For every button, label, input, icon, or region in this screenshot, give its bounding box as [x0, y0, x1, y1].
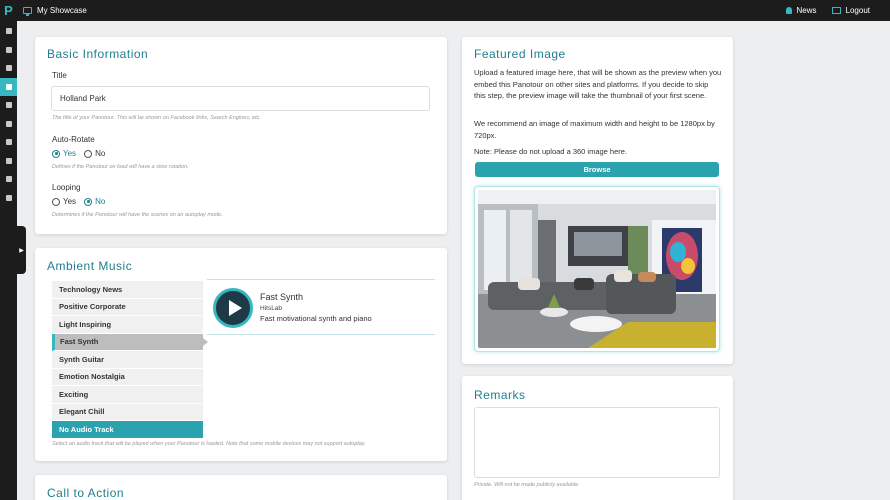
- sidebar-item-lock[interactable]: [0, 189, 17, 208]
- info-icon: [5, 176, 12, 183]
- track-list: Technology News Positive Corporate Light…: [52, 281, 208, 439]
- auto-rotate-no[interactable]: No: [84, 149, 105, 158]
- top-right-menu: News Logout: [785, 0, 870, 21]
- monitor-icon: [5, 157, 12, 164]
- news-link[interactable]: News: [785, 6, 817, 15]
- looping-no[interactable]: No: [84, 197, 105, 206]
- remarks-textarea[interactable]: [474, 407, 720, 478]
- news-label: News: [796, 6, 817, 15]
- call-to-action-title: Call to Action: [47, 486, 125, 500]
- sidebar-expand-toggle[interactable]: ▶: [17, 226, 26, 274]
- track-item[interactable]: Exciting: [52, 386, 203, 404]
- track-item-selected[interactable]: Fast Synth: [52, 333, 208, 351]
- app-logo[interactable]: P: [0, 0, 17, 21]
- auto-rotate-no-label: No: [95, 149, 106, 158]
- monitor-icon: [23, 7, 32, 16]
- track-item[interactable]: Light Inspiring: [52, 316, 203, 334]
- title-label: Title: [52, 71, 67, 80]
- basic-information-title: Basic Information: [47, 47, 149, 61]
- track-item-no-audio[interactable]: No Audio Track: [52, 421, 203, 439]
- leaf-icon: [5, 65, 12, 72]
- track-item[interactable]: Emotion Nostalgia: [52, 368, 203, 386]
- remarks-title: Remarks: [474, 388, 526, 402]
- trash-icon: [5, 120, 12, 127]
- app-title-text: My Showcase: [37, 6, 87, 15]
- looping-no-label: No: [95, 197, 106, 206]
- player-track-name: Fast Synth: [260, 292, 304, 302]
- book-icon: [5, 102, 12, 109]
- featured-image-description: Upload a featured image here, that will …: [474, 68, 722, 100]
- chevron-right-icon: ▶: [19, 247, 24, 254]
- track-item[interactable]: Technology News: [52, 281, 203, 299]
- title-input[interactable]: [51, 86, 430, 111]
- remarks-hint: Private. Will not be made publicly avail…: [474, 482, 580, 488]
- logout-link[interactable]: Logout: [831, 6, 870, 15]
- sidebar-item-book[interactable]: [0, 96, 17, 115]
- play-icon: [228, 300, 242, 316]
- auto-rotate-yes[interactable]: Yes: [52, 149, 76, 158]
- sidebar: [0, 21, 17, 500]
- ambient-music-title: Ambient Music: [47, 259, 133, 273]
- player-track-artist: HitsLab: [260, 305, 283, 312]
- bell-icon: [785, 7, 792, 14]
- living-room-illustration: [478, 190, 716, 348]
- audio-player: Fast Synth HitsLab Fast motivational syn…: [207, 279, 435, 335]
- home-icon: [5, 139, 12, 146]
- sidebar-item-inbox[interactable]: [0, 77, 17, 96]
- living-room-photo: [478, 190, 716, 348]
- track-item[interactable]: Positive Corporate: [52, 298, 203, 316]
- player-track-description: Fast motivational synth and piano: [260, 314, 372, 323]
- title-hint: The title of your Panotour. This will be…: [52, 115, 261, 121]
- play-button[interactable]: [213, 288, 253, 328]
- featured-image-preview[interactable]: [474, 186, 720, 352]
- sidebar-item-info[interactable]: [0, 170, 17, 189]
- auto-rotate-label: Auto-Rotate: [52, 135, 95, 144]
- auto-rotate-options: Yes No: [52, 149, 113, 158]
- dashboard-icon: [5, 28, 12, 35]
- radio-checked-icon: [52, 149, 60, 158]
- radio-unchecked-icon: [84, 149, 93, 158]
- featured-image-recommendation: We recommend an image of maximum width a…: [474, 119, 715, 140]
- inbox-icon: [5, 83, 12, 90]
- looping-label: Looping: [52, 183, 81, 192]
- looping-options: Yes No: [52, 197, 113, 206]
- logout-label: Logout: [845, 6, 870, 15]
- looping-hint: Determines if the Panotour will have the…: [52, 212, 223, 218]
- sidebar-item-user[interactable]: [0, 41, 17, 60]
- looping-yes-label: Yes: [63, 197, 77, 206]
- sidebar-item-monitor[interactable]: [0, 152, 17, 171]
- featured-image-note: Note: Please do not upload a 360 image h…: [474, 147, 628, 156]
- lock-icon: [5, 194, 12, 201]
- track-item[interactable]: Elegant Chill: [52, 403, 203, 421]
- user-icon: [5, 46, 12, 53]
- browse-button[interactable]: Browse: [475, 162, 719, 177]
- radio-unchecked-icon: [52, 197, 60, 206]
- auto-rotate-hint: Defines if the Panotour on load will hav…: [52, 164, 189, 170]
- sidebar-item-trash[interactable]: [0, 115, 17, 134]
- sidebar-item-home[interactable]: [0, 133, 17, 152]
- top-bar: P My Showcase News Logout: [0, 0, 890, 21]
- track-item[interactable]: Synth Guitar: [52, 351, 203, 369]
- ambient-music-hint: Select an audio track that will be playe…: [52, 441, 366, 447]
- sidebar-item-leaf[interactable]: [0, 59, 17, 78]
- featured-image-title: Featured Image: [474, 47, 566, 61]
- logout-icon: [831, 7, 841, 14]
- radio-checked-icon: [84, 197, 93, 206]
- sidebar-item-dashboard[interactable]: [0, 22, 17, 41]
- looping-yes[interactable]: Yes: [52, 197, 76, 206]
- app-title[interactable]: My Showcase: [23, 0, 87, 21]
- auto-rotate-yes-label: Yes: [63, 149, 77, 158]
